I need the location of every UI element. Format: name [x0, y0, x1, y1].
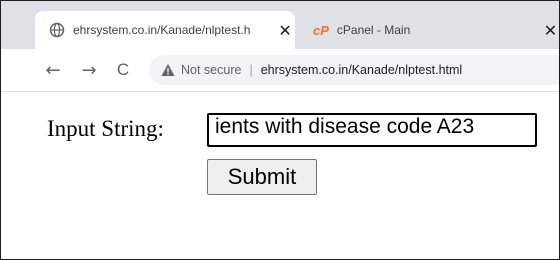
input-string-label: Input String:: [47, 116, 164, 141]
close-icon[interactable]: ✕: [275, 21, 295, 40]
input-string-value: ients with disease code A23: [215, 115, 475, 138]
warning-icon: [161, 64, 175, 76]
submit-button[interactable]: Submit: [207, 159, 317, 195]
tab-nlptest[interactable]: ehrsystem.co.in/Kanade/nlptest.h ✕: [35, 11, 295, 49]
globe-icon: [49, 22, 65, 38]
tab-cpanel[interactable]: cP cPanel - Main ✕: [297, 11, 559, 49]
security-status: Not secure: [181, 63, 242, 77]
browser-toolbar: ← → C Not secure | ehrsystem.co.in/Kanad…: [1, 49, 559, 92]
cpanel-icon: cP: [313, 22, 329, 38]
url-text: ehrsystem.co.in/Kanade/nlptest.html: [260, 63, 463, 77]
forward-arrow-icon[interactable]: →: [77, 58, 101, 82]
page-content: Input String: ients with disease code A2…: [1, 92, 559, 259]
address-bar[interactable]: Not secure | ehrsystem.co.in/Kanade/nlpt…: [149, 55, 559, 85]
browser-window: ehrsystem.co.in/Kanade/nlptest.h ✕ cP cP…: [0, 0, 560, 260]
reload-icon[interactable]: C: [111, 58, 135, 82]
back-arrow-icon[interactable]: ←: [41, 58, 65, 82]
close-icon[interactable]: ✕: [542, 21, 559, 40]
tab-strip: ehrsystem.co.in/Kanade/nlptest.h ✕ cP cP…: [1, 1, 559, 49]
tab-title: cPanel - Main: [336, 23, 411, 37]
address-separator: |: [249, 63, 253, 77]
input-string-field[interactable]: ients with disease code A23: [207, 113, 537, 147]
tab-title: ehrsystem.co.in/Kanade/nlptest.h: [73, 23, 251, 37]
